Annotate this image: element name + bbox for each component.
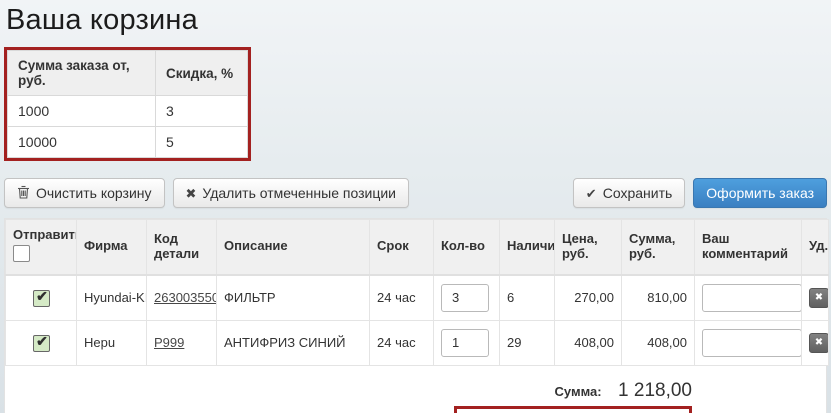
header-qty: Кол-во [433, 218, 500, 276]
cell-brand: Hepu [76, 319, 147, 366]
discount-total-row: Сумма со скидкой: 1 181,46 [5, 405, 692, 413]
total-row: Сумма: 1 218,00 [5, 379, 693, 402]
header-term: Срок [369, 218, 434, 276]
cart-summary: Сумма: 1 218,00 Сумма со скидкой: 1 181,… [5, 365, 826, 413]
header-code: Код детали [146, 218, 217, 276]
cell-sum: 810,00 [621, 274, 695, 321]
cell-price: 270,00 [554, 274, 622, 321]
header-delete: Уд. [801, 218, 829, 276]
cart-page: Ваша корзина Сумма заказа от, руб. Скидк… [0, 0, 831, 413]
checkbox-check-icon: ✔ [36, 333, 48, 350]
checkbox-check-icon: ✔ [36, 288, 48, 305]
discount-row: 10000 5 [7, 126, 248, 158]
cross-icon: ✖ [185, 185, 197, 201]
header-brand: Фирма [76, 218, 147, 276]
trash-icon [17, 185, 30, 201]
total-value: 1 218,00 [618, 379, 692, 401]
comment-input[interactable] [702, 283, 801, 312]
comment-input[interactable] [702, 328, 801, 357]
table-row: ✔ Hyundai-KIA 2630035503 ФИЛЬТР 24 час 6… [5, 274, 829, 321]
cell-brand: Hyundai-KIA [76, 274, 147, 321]
header-send: Отправить [5, 218, 77, 276]
save-button[interactable]: ✔ Сохранить [572, 178, 686, 208]
discount-total-box: Сумма со скидкой: 1 181,46 [453, 405, 692, 413]
cart-table: Отправить Фирма Код детали Описание Срок… [5, 218, 829, 366]
row-checkbox[interactable]: ✔ [32, 333, 50, 353]
qty-input[interactable] [441, 283, 489, 312]
cell-description: ФИЛЬТР [216, 274, 370, 321]
top-toolbar: Очистить корзину ✖ Удалить отмеченные по… [4, 178, 827, 208]
save-label: Сохранить [602, 185, 673, 201]
discount-table-box: Сумма заказа от, руб. Скидка, % 1000 3 1… [4, 47, 251, 161]
clear-cart-button[interactable]: Очистить корзину [4, 178, 165, 208]
cell-stock: 29 [499, 319, 555, 366]
cell-sum: 408,00 [621, 319, 695, 366]
total-label: Сумма: [554, 383, 602, 399]
check-icon: ✔ [585, 185, 597, 201]
header-description: Описание [216, 218, 370, 276]
part-code-link[interactable]: 2630035503 [154, 290, 216, 305]
clear-cart-label: Очистить корзину [36, 185, 152, 201]
delete-marked-label: Удалить отмеченные позиции [202, 185, 396, 201]
select-all-checkbox[interactable] [13, 244, 30, 262]
discount-amount: 1000 [7, 95, 156, 127]
header-sum: Сумма, руб. [621, 218, 695, 276]
row-checkbox[interactable]: ✔ [32, 288, 50, 308]
header-send-label: Отправить [13, 227, 77, 242]
discount-header-amount: Сумма заказа от, руб. [7, 50, 156, 96]
delete-x-icon: ✖ [814, 292, 824, 304]
table-row: ✔ Hepu P999 АНТИФРИЗ СИНИЙ 24 час 29 408… [5, 319, 829, 366]
delete-row-button[interactable]: ✖ [809, 332, 828, 353]
discount-row: 1000 3 [7, 95, 248, 127]
qty-input[interactable] [441, 328, 489, 357]
cell-price: 408,00 [554, 319, 622, 366]
discount-percent: 3 [155, 95, 248, 127]
header-price: Цена, руб. [554, 218, 622, 276]
checkout-label: Оформить заказ [706, 185, 814, 201]
discount-table: Сумма заказа от, руб. Скидка, % 1000 3 1… [7, 50, 248, 158]
delete-row-button[interactable]: ✖ [809, 287, 828, 308]
part-code-link[interactable]: P999 [154, 335, 184, 350]
cell-stock: 6 [499, 274, 555, 321]
delete-marked-button[interactable]: ✖ Удалить отмеченные позиции [172, 178, 409, 208]
discount-header-percent: Скидка, % [155, 50, 248, 96]
cell-description: АНТИФРИЗ СИНИЙ [216, 319, 370, 366]
header-stock: Наличие [499, 218, 555, 276]
cell-term: 24 час [369, 274, 434, 321]
checkout-button[interactable]: Оформить заказ [693, 178, 827, 208]
discount-percent: 5 [155, 126, 248, 158]
header-comment: Ваш комментарий [694, 218, 802, 276]
delete-x-icon: ✖ [814, 337, 824, 349]
page-title: Ваша корзина [6, 4, 198, 36]
cell-term: 24 час [369, 319, 434, 366]
cart-panel: Отправить Фирма Код детали Описание Срок… [4, 218, 829, 413]
discount-amount: 10000 [7, 126, 156, 158]
cart-header-row: Отправить Фирма Код детали Описание Срок… [5, 218, 829, 276]
